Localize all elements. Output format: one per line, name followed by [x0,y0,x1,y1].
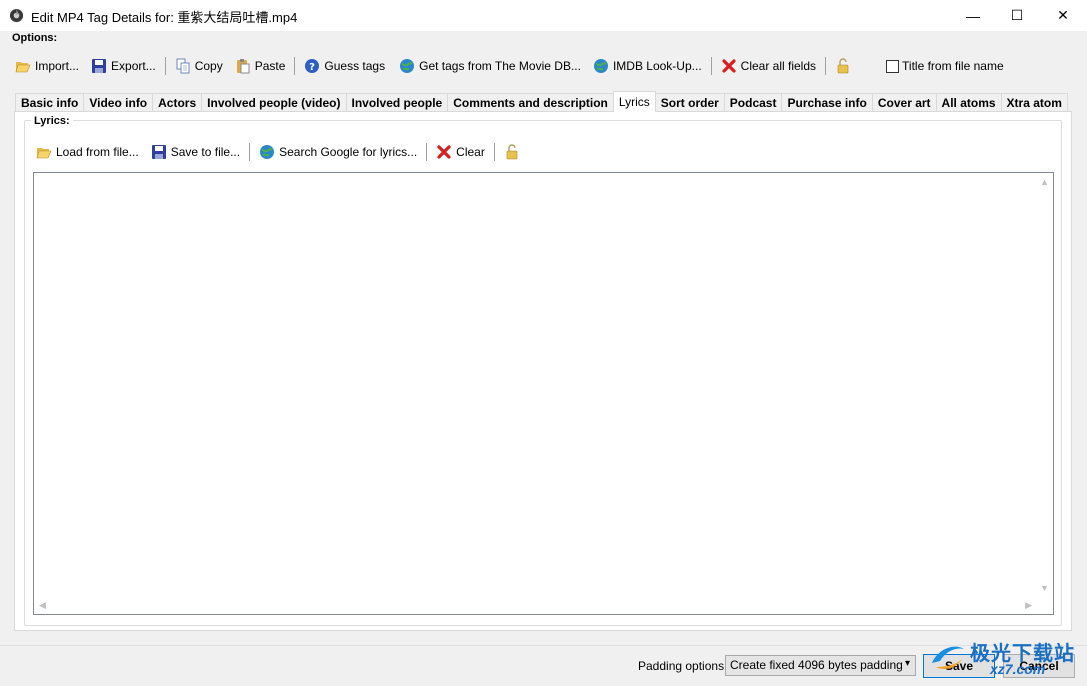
lyrics-lock-button[interactable] [501,141,527,163]
guess-tags-button[interactable]: ? Guess tags [301,55,388,77]
globe-icon [260,145,275,159]
globe-icon [400,59,415,73]
movie-db-button[interactable]: Get tags from The Movie DB... [396,55,584,77]
horizontal-scrollbar[interactable]: ◀ ▶ [34,597,1037,614]
minimize-button[interactable]: — [950,0,996,31]
folder-open-icon [15,62,31,73]
tab-purchase-info[interactable]: Purchase info [781,93,873,112]
cancel-button[interactable]: Cancel [1003,654,1075,678]
options-label: Options: [12,32,58,44]
tab-sort-order[interactable]: Sort order [654,93,725,112]
imdb-label: IMDB Look-Up... [612,59,702,73]
title-bar: Edit MP4 Tag Details for: 重紫大结局吐槽.mp4 — … [0,0,1087,31]
folder-open-icon [36,148,52,159]
svg-text:?: ? [310,62,316,73]
maximize-button[interactable]: ☐ [994,0,1040,31]
toolbar-separator [710,57,712,75]
tab-lyrics[interactable]: Lyrics [612,91,656,112]
paste-button[interactable]: Paste [232,55,289,77]
lyrics-textarea[interactable]: ▲ ▼ ◀ ▶ [33,172,1054,615]
paste-label: Paste [254,59,286,73]
tab-xtra-atom[interactable]: Xtra atom [1000,93,1068,112]
lyrics-toolbar: Load from file... Save to file... Search… [33,140,527,164]
toolbar-separator [426,143,428,161]
scroll-right-icon[interactable]: ▶ [1025,600,1032,611]
scroll-down-icon[interactable]: ▼ [1040,583,1049,593]
title-from-file-label: Title from file name [902,59,1004,73]
search-google-lyrics-label: Search Google for lyrics... [279,145,418,159]
toolbar-separator [294,57,296,75]
guess-tags-label: Guess tags [324,59,386,73]
red-x-icon [722,59,736,73]
vertical-scrollbar[interactable]: ▲ ▼ [1036,173,1053,597]
lock-button[interactable] [832,55,858,77]
load-from-file-label: Load from file... [56,145,139,159]
main-toolbar: Import... Export... Copy Paste ? Guess t… [12,54,1004,78]
tab-cover-art[interactable]: Cover art [871,93,937,112]
toolbar-separator [164,57,166,75]
save-button[interactable]: Save [923,654,995,678]
imdb-button[interactable]: IMDB Look-Up... [590,55,705,77]
import-label: Import... [35,59,80,73]
clear-all-button[interactable]: Clear all fields [718,55,819,77]
movie-db-label: Get tags from The Movie DB... [419,59,581,73]
bottom-bar: Padding options: Create fixed 4096 bytes… [0,645,1087,686]
question-icon: ? [305,59,320,73]
toolbar-separator [825,57,827,75]
tab-actors[interactable]: Actors [152,93,203,112]
export-label: Export... [111,59,156,73]
lock-icon [837,58,849,74]
tab-video-info[interactable]: Video info [83,93,154,112]
load-from-file-button[interactable]: Load from file... [33,141,142,163]
tab-podcast[interactable]: Podcast [723,93,783,112]
globe-icon [593,59,608,73]
copy-button[interactable]: Copy [172,55,226,77]
title-from-file-checkbox[interactable]: Title from file name [886,59,1004,73]
save-to-file-button[interactable]: Save to file... [148,141,243,163]
scroll-up-icon[interactable]: ▲ [1040,177,1049,187]
save-to-file-label: Save to file... [170,145,241,159]
lyrics-group-label: Lyrics: [31,115,73,127]
search-google-lyrics-button[interactable]: Search Google for lyrics... [256,141,420,163]
clear-all-label: Clear all fields [740,59,817,73]
export-button[interactable]: Export... [88,55,159,77]
toolbar-separator [493,143,495,161]
padding-selected-value: Create fixed 4096 bytes padding [730,658,903,672]
copy-icon [176,58,190,74]
import-button[interactable]: Import... [12,55,82,77]
floppy-disk-icon [92,59,107,73]
lock-icon [506,144,518,160]
toolbar-separator [249,143,251,161]
tab-strip: Basic info Video info Actors Involved pe… [15,91,1068,112]
red-x-icon [437,145,451,159]
padding-options-label: Padding options: [638,659,728,673]
scroll-left-icon[interactable]: ◀ [39,600,46,611]
tab-all-atoms[interactable]: All atoms [935,93,1002,112]
clipboard-icon [236,59,250,74]
tab-basic-info[interactable]: Basic info [15,93,85,112]
padding-options-select[interactable]: Create fixed 4096 bytes padding ▾ [725,655,916,676]
close-button[interactable]: ✕ [1040,0,1086,31]
copy-label: Copy [194,59,223,73]
tab-involved-people-video[interactable]: Involved people (video) [201,93,347,112]
window-title: Edit MP4 Tag Details for: 重紫大结局吐槽.mp4 [31,10,298,25]
checkbox-box[interactable] [886,59,900,73]
lyrics-panel: Lyrics: Load from file... Save to file..… [14,111,1072,631]
clear-lyrics-label: Clear [456,145,485,159]
app-icon [9,8,24,23]
clear-lyrics-button[interactable]: Clear [433,141,488,163]
tab-comments-description[interactable]: Comments and description [447,93,614,112]
chevron-down-icon: ▾ [904,658,910,669]
floppy-disk-icon [151,145,166,159]
tab-involved-people[interactable]: Involved people [345,93,449,112]
